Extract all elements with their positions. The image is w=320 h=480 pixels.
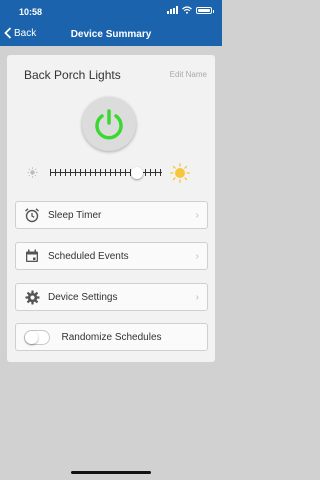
- chevron-right-icon: ›: [195, 209, 199, 221]
- brightness-high-icon: [170, 163, 190, 183]
- device-name: Back Porch Lights: [24, 68, 121, 82]
- status-time: 10:58: [19, 7, 43, 17]
- page-title: Device Summary: [70, 29, 152, 40]
- slider-thumb[interactable]: [131, 167, 144, 179]
- device-settings-row[interactable]: Device Settings ›: [15, 283, 208, 311]
- randomize-schedules-row: Randomize Schedules: [15, 323, 208, 351]
- randomize-label: Randomize Schedules: [61, 331, 162, 343]
- sleep-timer-label: Sleep Timer: [48, 209, 102, 221]
- chevron-right-icon: ›: [195, 250, 199, 262]
- signal-icon: [167, 6, 178, 14]
- home-indicator: [71, 471, 151, 474]
- calendar-icon: [23, 247, 41, 265]
- scheduled-events-row[interactable]: Scheduled Events ›: [15, 242, 208, 270]
- gear-icon: [23, 288, 41, 306]
- status-icons: [167, 6, 214, 14]
- power-icon: [95, 109, 123, 140]
- chevron-right-icon: ›: [195, 291, 199, 303]
- scheduled-events-label: Scheduled Events: [48, 250, 129, 262]
- battery-icon: [196, 6, 214, 14]
- power-button[interactable]: [82, 97, 136, 151]
- header-bar: 10:58 Back Device Summary: [0, 0, 222, 46]
- device-summary-card: Back Porch Lights Edit Name Sleep Timer …: [7, 55, 215, 362]
- wifi-icon: [182, 6, 192, 14]
- device-settings-label: Device Settings: [48, 291, 118, 303]
- brightness-low-icon: [27, 167, 38, 178]
- edit-name-button[interactable]: Edit Name: [170, 70, 207, 79]
- brightness-slider[interactable]: [50, 167, 162, 179]
- slider-ticks: [50, 169, 162, 176]
- alarm-clock-icon: [23, 206, 41, 224]
- sleep-timer-row[interactable]: Sleep Timer ›: [15, 201, 208, 229]
